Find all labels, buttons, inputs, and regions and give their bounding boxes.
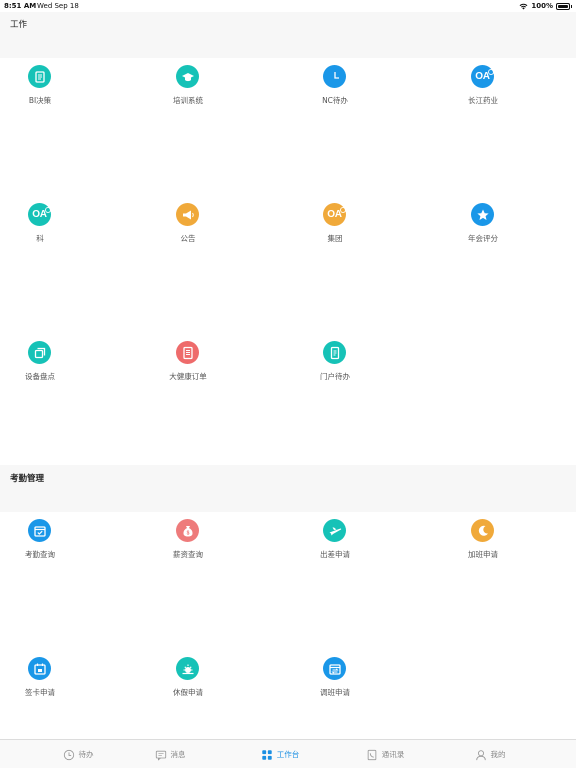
star-icon: [471, 203, 494, 226]
grid-item-label: 公告: [180, 234, 196, 243]
status-right: 100%: [519, 2, 572, 10]
document-icon: [176, 341, 199, 364]
section-title-attendance: 考勤管理: [10, 474, 45, 484]
grid-item-attendance_items-4[interactable]: 签卡申请: [0, 657, 80, 703]
tab-0[interactable]: 待办: [38, 740, 118, 768]
tab-2[interactable]: 工作台: [240, 740, 320, 768]
oa-icon: OA: [28, 203, 52, 226]
copy-box-icon: [28, 341, 51, 364]
oa-icon-text: OA: [32, 207, 52, 220]
chat-bubble-icon: [155, 750, 166, 761]
oa-icon: OA: [471, 65, 495, 88]
section-header-attendance: 考勤管理: [0, 465, 576, 512]
grid-item-attendance_items-2[interactable]: 出差申请: [295, 519, 375, 565]
grid-item-work_items-8[interactable]: 设备盘点: [0, 341, 80, 387]
graduation-cap-icon: [176, 65, 199, 88]
grid-item-work_items-10[interactable]: 门户待办: [295, 341, 375, 387]
grid-item-label: 考勤查询: [25, 550, 55, 559]
grid-item-label: 长江药业: [468, 96, 498, 105]
grid-item-label: NC待办: [322, 96, 348, 105]
grid-item-work_items-1[interactable]: 培训系统: [148, 65, 228, 111]
grid-item-attendance_items-1[interactable]: $ 薪资查询: [148, 519, 228, 565]
tab-3[interactable]: 通讯录: [345, 740, 425, 768]
person-icon: [475, 749, 486, 760]
grid-item-label: 调班申请: [320, 688, 350, 697]
tab-label: 我的: [490, 750, 506, 759]
section-title-work: 工作: [10, 20, 28, 30]
tablet-icon: [323, 341, 346, 364]
grid-item-label: 加班申请: [468, 550, 498, 559]
grid-item-label: 科: [36, 234, 44, 243]
status-date: Wed Sep 18: [37, 2, 79, 10]
sun-icon: [176, 657, 199, 680]
grid-icon: [262, 749, 272, 760]
tab-label: 工作台: [276, 750, 300, 759]
grid-item-work_items-3[interactable]: OA 长江药业: [443, 65, 523, 111]
grid-item-label: 年会评分: [468, 234, 498, 243]
grid-item-label: 门户待办: [320, 372, 350, 381]
grid-item-work_items-6[interactable]: OA 集团: [295, 203, 375, 249]
grid-item-attendance_items-0[interactable]: 考勤查询: [0, 519, 80, 565]
calendar-swap-icon: [323, 657, 346, 680]
grid-item-work_items-9[interactable]: 大健康订单: [148, 341, 228, 387]
clock-icon: [323, 65, 346, 88]
battery-percent: 100%: [531, 2, 553, 10]
phone-book-icon: [367, 749, 377, 760]
grid-item-label: 集团: [327, 234, 343, 243]
tab-1[interactable]: 消息: [130, 740, 210, 768]
oa-icon-text: OA: [327, 207, 347, 220]
grid-item-label: 休假申请: [173, 688, 203, 697]
money-bag-icon: $: [176, 519, 199, 542]
tab-4[interactable]: 我的: [450, 740, 530, 768]
grid-item-work_items-4[interactable]: OA 科: [0, 203, 80, 249]
grid-item-label: 签卡申请: [25, 688, 55, 697]
tab-label: 通讯录: [381, 750, 405, 759]
oa-icon-text: OA: [475, 69, 495, 82]
tab-bar: 待办 消息 工作台 通讯录 我的: [0, 739, 576, 768]
grid-item-work_items-7[interactable]: 年会评分: [443, 203, 523, 249]
svg-text:$: $: [186, 530, 189, 536]
airplane-icon: [323, 519, 346, 542]
grid-item-label: BI决策: [28, 96, 52, 105]
moon-icon: [471, 519, 494, 542]
tab-label: 待办: [78, 750, 94, 759]
grid-item-work_items-5[interactable]: 公告: [148, 203, 228, 249]
grid-item-label: 培训系统: [173, 96, 203, 105]
grid-item-attendance_items-6[interactable]: 调班申请: [295, 657, 375, 703]
wifi-icon: [519, 3, 528, 9]
grid-item-label: 大健康订单: [169, 372, 207, 381]
oa-icon: OA: [323, 203, 347, 226]
tab-label: 消息: [170, 750, 186, 759]
punch-card-icon: [28, 657, 51, 680]
section-header-work: 工作: [0, 12, 576, 58]
calendar-check-icon: [28, 519, 51, 542]
grid-item-work_items-0[interactable]: BI决策: [0, 65, 80, 111]
status-bar: 8:51 AM Wed Sep 18 100%: [0, 0, 576, 12]
grid-item-work_items-2[interactable]: NC待办: [295, 65, 375, 111]
grid-item-attendance_items-5[interactable]: 休假申请: [148, 657, 228, 703]
clock-outline-icon: [63, 749, 74, 760]
battery-icon: [556, 2, 572, 10]
grid-item-label: 设备盘点: [25, 372, 55, 381]
grid-item-label: 出差申请: [320, 550, 350, 559]
grid-item-label: 薪资查询: [173, 550, 203, 559]
bi-notebook-icon: [28, 65, 51, 88]
status-time: 8:51 AM: [4, 2, 37, 10]
grid-item-attendance_items-3[interactable]: 加班申请: [443, 519, 523, 565]
megaphone-icon: [176, 203, 199, 226]
